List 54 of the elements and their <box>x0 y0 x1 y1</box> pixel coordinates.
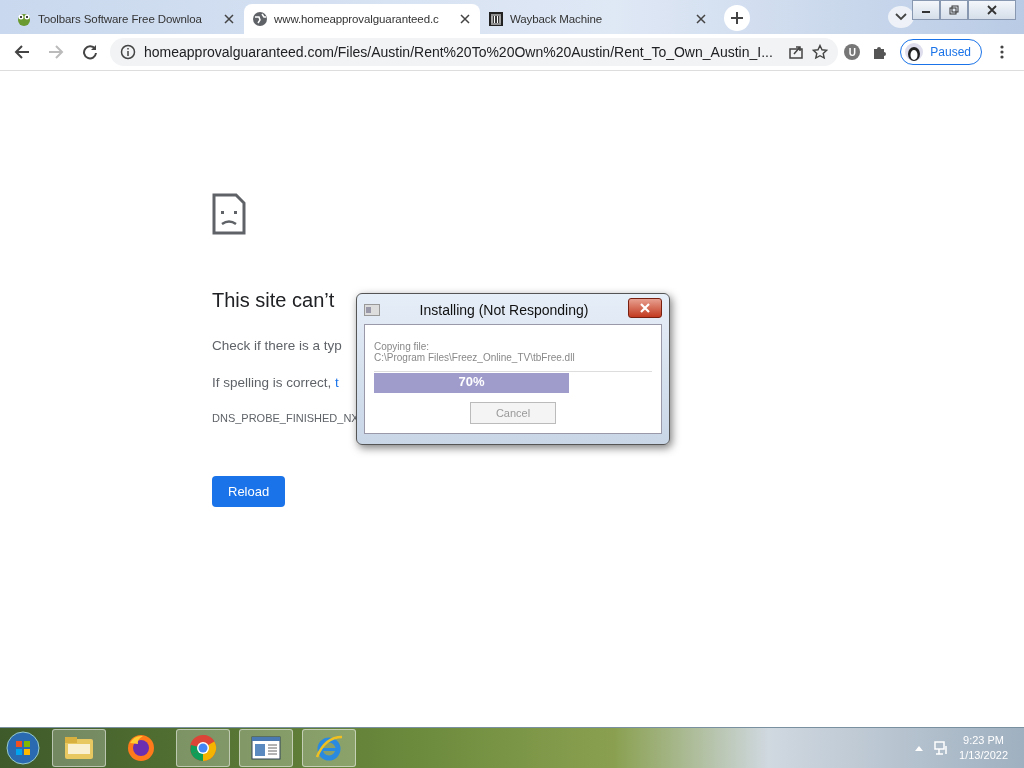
forward-arrow-icon <box>48 44 64 60</box>
museum-icon <box>488 11 504 27</box>
reload-icon <box>82 44 98 60</box>
globe-icon <box>252 11 268 27</box>
tab-search-button[interactable] <box>888 6 914 28</box>
browser-tab[interactable]: Toolbars Software Free Downloa <box>8 4 244 34</box>
browser-tab[interactable]: Wayback Machine <box>480 4 716 34</box>
close-button[interactable] <box>968 0 1016 20</box>
close-icon[interactable] <box>458 12 472 26</box>
cancel-button[interactable]: Cancel <box>470 402 556 424</box>
chrome-icon <box>188 733 218 763</box>
copying-label: Copying file: <box>374 341 430 352</box>
close-icon <box>640 303 650 313</box>
penguin-avatar-icon <box>904 42 925 62</box>
browser-tab[interactable]: www.homeapprovalguaranteed.c <box>244 4 480 34</box>
back-arrow-icon <box>14 44 30 60</box>
file-path: C:\Program Files\Freez_Online_TV\tbFree.dll <box>374 352 576 363</box>
frog-icon <box>16 11 32 27</box>
star-icon[interactable] <box>812 44 829 60</box>
error-suggestion: If spelling is correct, t <box>212 375 340 390</box>
error-message: Check if there is a typ <box>212 338 343 353</box>
info-icon[interactable] <box>120 44 136 60</box>
restore-button[interactable] <box>940 0 968 20</box>
chevron-down-icon <box>895 13 907 21</box>
suggestion-link[interactable]: t <box>335 375 339 390</box>
new-tab-button[interactable] <box>724 5 750 31</box>
close-icon[interactable] <box>222 12 236 26</box>
window-taskbar-button[interactable] <box>239 729 293 767</box>
extension-badge[interactable]: U <box>844 44 861 60</box>
firefox-icon <box>126 733 156 763</box>
plus-icon <box>730 11 744 25</box>
restore-icon <box>949 5 959 15</box>
app-icon <box>364 304 380 316</box>
internet-explorer-icon <box>314 733 344 763</box>
dialog-title: Installing (Not Responding) <box>418 302 590 318</box>
error-heading: This site can’t <box>212 289 336 312</box>
explorer-taskbar-button[interactable] <box>52 729 106 767</box>
reload-button[interactable]: Reload <box>212 476 286 507</box>
close-icon[interactable] <box>694 12 708 26</box>
share-icon[interactable] <box>788 44 805 60</box>
window-icon <box>251 736 281 760</box>
progress-percent: 70% <box>457 374 486 389</box>
sad-page-icon <box>212 193 246 235</box>
error-code: DNS_PROBE_FINISHED_NX <box>212 412 359 424</box>
address-bar[interactable]: homeapprovalguaranteed.com/Files/Austin/Rent%20To%20Own%20Austin/Rent_To_Own_Austin_I... <box>110 38 839 66</box>
menu-icon <box>1000 44 1004 60</box>
minimize-button[interactable] <box>912 0 940 20</box>
chrome-taskbar-button[interactable] <box>176 729 230 767</box>
start-button[interactable] <box>6 731 40 765</box>
close-icon <box>987 5 997 15</box>
close-button[interactable] <box>628 298 662 318</box>
puzzle-icon <box>872 44 889 60</box>
folder-icon <box>63 735 95 761</box>
url-text: homeapprovalguaranteed.com/Files/Austin/Rent%20To%20Own%20Austin/Rent_To_Own_Austin_I... <box>144 44 774 60</box>
